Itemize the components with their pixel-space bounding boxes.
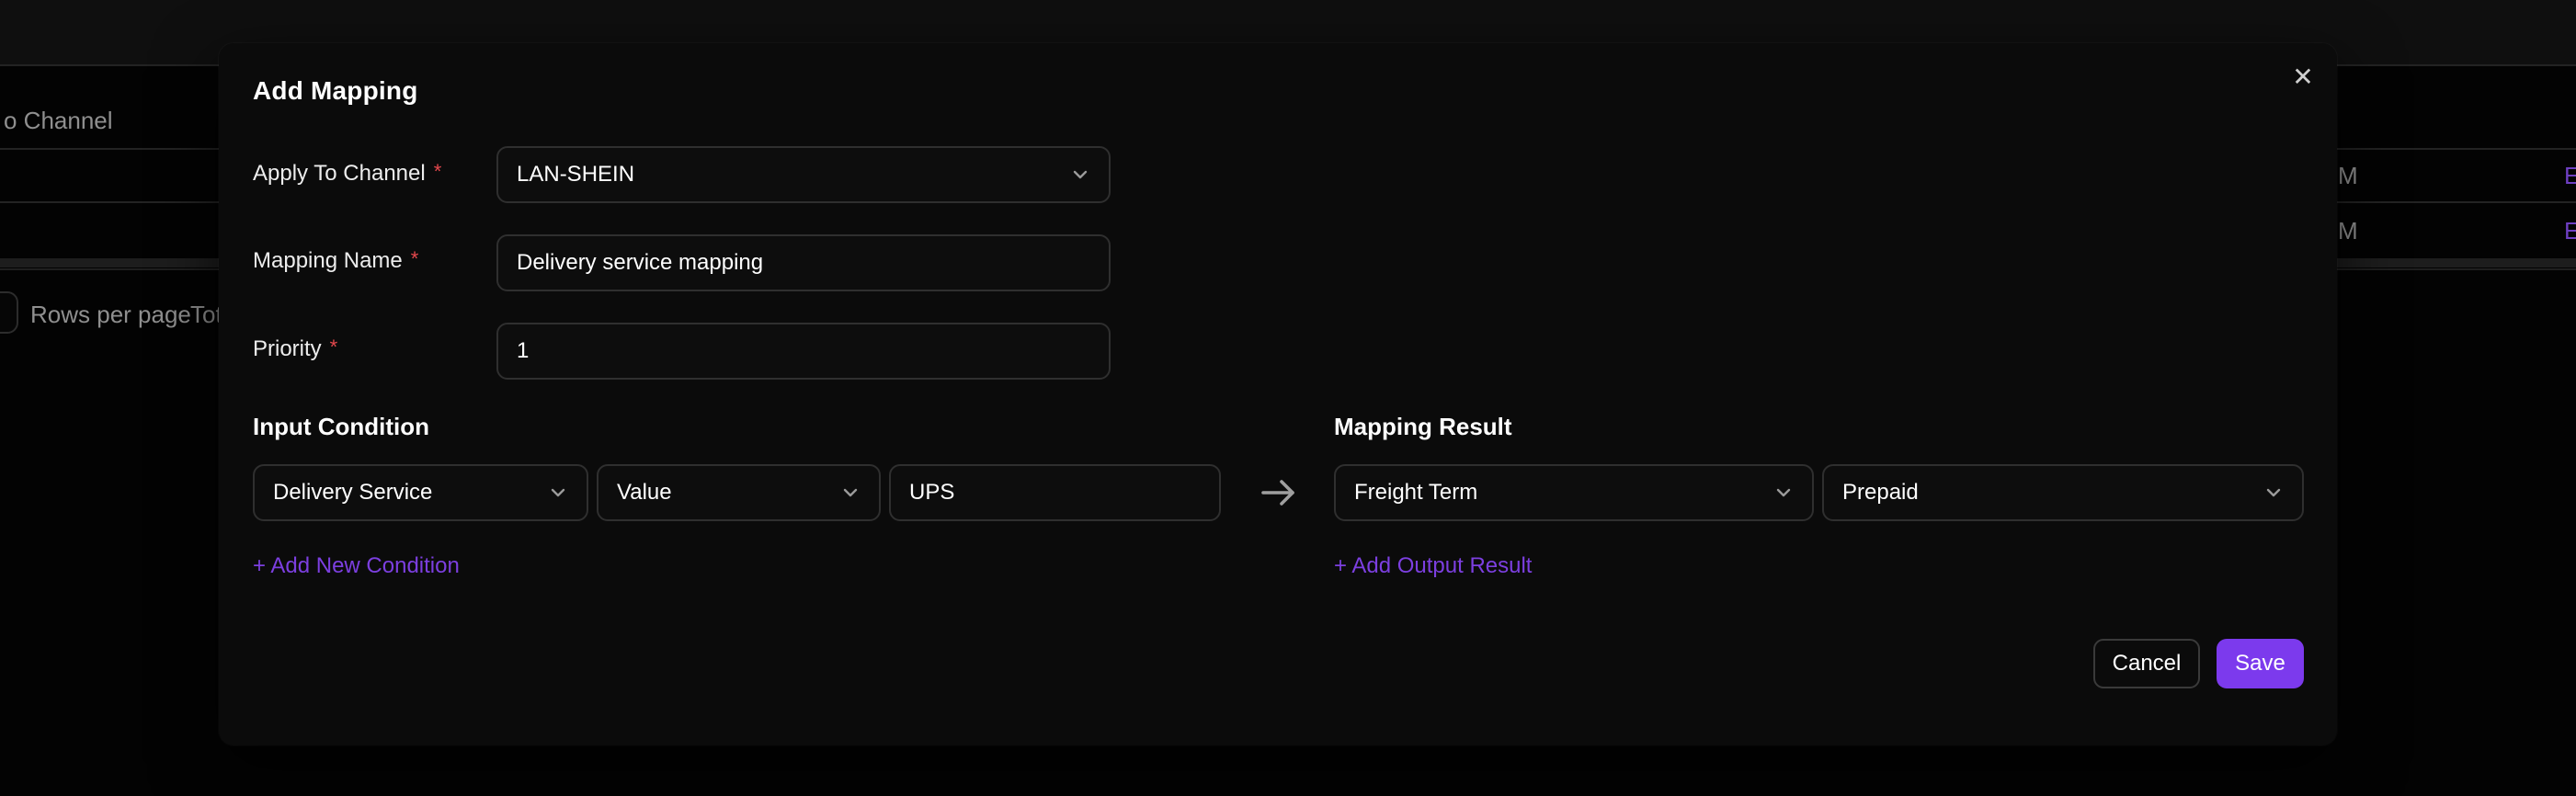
table-row-time-fragment: M [2338,162,2358,189]
mapping-name-label-text: Mapping Name [253,248,403,273]
table-column-header-channel: o Channel [4,107,113,134]
add-output-result-link[interactable]: + Add Output Result [1334,553,1532,579]
apply-to-channel-select[interactable]: LAN-SHEIN [496,146,1111,203]
priority-input[interactable] [496,323,1111,380]
result-value-select[interactable]: Prepaid [1822,464,2304,521]
mapping-name-label: Mapping Name * [253,247,419,274]
close-icon[interactable]: ✕ [2283,56,2323,97]
rows-per-page-select[interactable] [0,291,18,334]
required-asterisk: * [329,335,338,358]
add-mapping-modal: Add Mapping ✕ Apply To Channel * LAN-SHEI… [219,43,2337,745]
result-field-select[interactable]: Freight Term [1334,464,1814,521]
condition-operator-value: Value [617,480,672,505]
chevron-down-icon [840,483,861,503]
add-new-condition-link[interactable]: + Add New Condition [253,553,460,579]
required-asterisk: * [410,247,419,270]
result-field-value: Freight Term [1354,480,1478,505]
condition-value-input[interactable] [889,464,1221,521]
table-row-edit-link-fragment[interactable]: E [2564,162,2576,190]
chevron-down-icon [2263,483,2284,503]
input-condition-heading: Input Condition [253,413,430,440]
priority-label-text: Priority [253,336,322,361]
arrow-right-icon [1258,473,1302,512]
chevron-down-icon [1070,165,1090,185]
apply-to-channel-value: LAN-SHEIN [517,162,635,187]
result-value-value: Prepaid [1842,480,1919,505]
total-count-label: Tot [190,301,222,328]
condition-field-select[interactable]: Delivery Service [253,464,588,521]
modal-title: Add Mapping [253,76,418,105]
apply-to-channel-label: Apply To Channel * [253,160,442,187]
save-button[interactable]: Save [2217,639,2304,688]
table-row-time-fragment: M [2338,217,2358,244]
condition-operator-select[interactable]: Value [597,464,881,521]
cancel-button[interactable]: Cancel [2093,639,2200,688]
required-asterisk: * [433,160,442,183]
table-row-edit-link-fragment[interactable]: E [2564,217,2576,245]
apply-to-channel-label-text: Apply To Channel [253,161,426,186]
mapping-name-input[interactable] [496,234,1111,291]
chevron-down-icon [1773,483,1794,503]
rows-per-page-label: Rows per page [30,301,191,328]
chevron-down-icon [548,483,568,503]
condition-field-value: Delivery Service [273,480,433,505]
priority-label: Priority * [253,335,338,362]
mapping-result-heading: Mapping Result [1334,413,1512,440]
